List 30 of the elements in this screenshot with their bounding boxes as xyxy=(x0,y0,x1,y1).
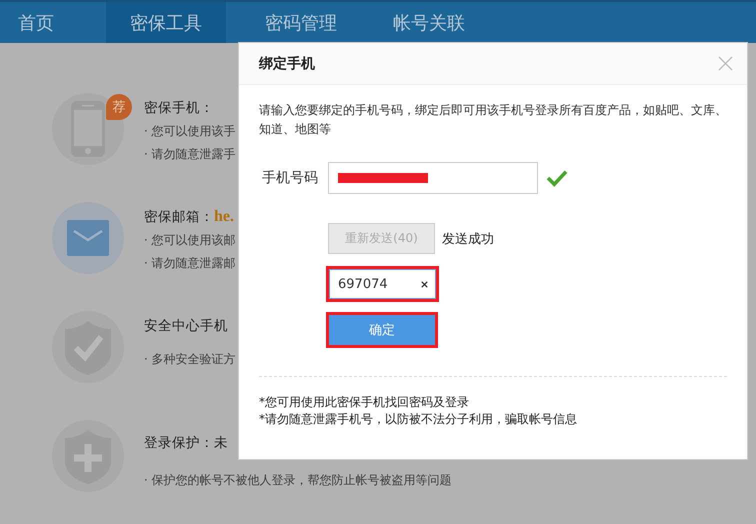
phone-field[interactable] xyxy=(328,162,538,194)
item-description: · 您可以使用该邮 xyxy=(144,232,236,249)
email-value: he. xyxy=(214,208,234,226)
envelope-icon xyxy=(52,202,124,274)
item-description: · 多种安全验证方 xyxy=(144,351,236,368)
nav-tab[interactable]: 密码管理 xyxy=(226,2,376,43)
item-title: 密保手机： xyxy=(144,99,214,117)
nav-tab[interactable]: 密保工具 xyxy=(106,2,226,43)
dialog-title: 绑定手机 xyxy=(259,54,315,72)
recommend-badge: 荐 xyxy=(106,94,132,120)
confirm-button[interactable]: 确定 xyxy=(329,315,435,345)
phone-label: 手机号码 xyxy=(261,169,319,187)
item-description: · 您可以使用该手 xyxy=(144,123,236,140)
code-field[interactable]: 697074 xyxy=(329,269,436,299)
note-text: *请勿随意泄露手机号，以防被不法分子利用，骗取帐号信息 xyxy=(259,411,578,428)
item-description: · 保护您的帐号不被他人登录，帮您防止帐号被盗用等问题 xyxy=(144,472,452,489)
shield-check-icon xyxy=(52,311,124,383)
shield-plus-icon xyxy=(52,420,124,492)
item-description: · 请勿随意泄露邮 xyxy=(144,255,236,272)
phone-icon xyxy=(52,93,124,165)
note-text: *您可用使用此密保手机找回密码及登录 xyxy=(259,394,470,411)
nav-tab[interactable]: 首页 xyxy=(0,2,106,43)
item-description: · 请勿随意泄露手 xyxy=(144,146,236,163)
item-title: 登录保护：未 xyxy=(144,434,228,452)
item-title: 密保邮箱： xyxy=(144,208,214,226)
clear-icon[interactable] xyxy=(420,280,429,288)
item-title: 安全中心手机 xyxy=(144,317,228,335)
nav-tab[interactable]: 帐号关联 xyxy=(376,2,482,43)
send-status: 发送成功 xyxy=(442,230,494,248)
instruction-text: 请输入您要绑定的手机号码，绑定后即可用该手机号登录所有百度产品，如贴吧、文库、知道、地图等 xyxy=(259,102,727,138)
